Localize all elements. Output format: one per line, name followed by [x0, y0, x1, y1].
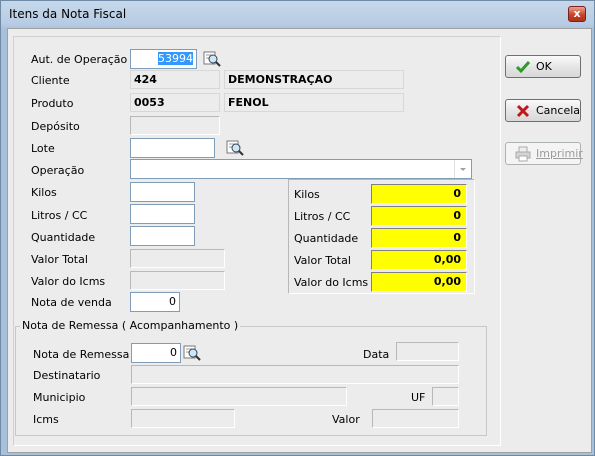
- lote-label: Lote: [31, 142, 55, 155]
- valor-label: Valor: [332, 413, 360, 426]
- remessa-search-icon[interactable]: [183, 344, 201, 362]
- check-icon: [515, 61, 531, 74]
- icms-field: [131, 409, 235, 428]
- kilos-input[interactable]: [130, 182, 195, 202]
- total-quantidade-value: 0: [371, 228, 467, 248]
- title-bar[interactable]: Itens da Nota Fiscal x: [1, 1, 594, 27]
- total-valor-label: Valor Total: [294, 254, 351, 267]
- operacao-select[interactable]: [130, 159, 472, 179]
- produto-name: FENOL: [224, 93, 404, 112]
- total-quantidade-label: Quantidade: [294, 232, 359, 245]
- nota-venda-label: Nota de venda: [31, 296, 112, 309]
- municipio-label: Municipio: [33, 391, 86, 404]
- produto-label: Produto: [31, 97, 74, 110]
- imprimir-button-label: Imprimir: [536, 147, 583, 160]
- cliente-label: Cliente: [31, 74, 70, 87]
- cliente-name: DEMONSTRAÇAO: [224, 70, 404, 89]
- ok-button[interactable]: OK: [505, 55, 581, 78]
- total-valor-value: 0,00: [371, 250, 467, 270]
- close-x-icon: [516, 104, 530, 118]
- data-label: Data: [363, 348, 390, 361]
- deposito-label: Depósito: [31, 120, 80, 133]
- dialog-window: Itens da Nota Fiscal x Aut. de Operação …: [0, 0, 595, 456]
- uf-label: UF: [411, 391, 426, 404]
- icms-label: Icms: [33, 413, 59, 426]
- total-litros-label: Litros / CC: [294, 210, 351, 223]
- nota-remessa-label: Nota de Remessa: [33, 348, 130, 361]
- valor-total-label: Valor Total: [31, 253, 88, 266]
- lote-input[interactable]: [130, 138, 215, 158]
- close-button[interactable]: x: [568, 6, 586, 22]
- remessa-group-title: Nota de Remessa ( Acompanhamento ): [20, 319, 241, 332]
- aut-operacao-label: Aut. de Operação: [31, 53, 128, 66]
- quantidade-label: Quantidade: [31, 231, 96, 244]
- valor-field: [372, 409, 459, 428]
- window-title: Itens da Nota Fiscal: [9, 7, 127, 21]
- aut-operacao-value: 53994: [158, 52, 193, 65]
- quantidade-input[interactable]: [130, 226, 195, 246]
- ok-button-label: OK: [536, 60, 552, 73]
- operacao-label: Operação: [31, 164, 85, 177]
- valor-total-field: [130, 249, 225, 268]
- destinatario-field: [131, 365, 459, 384]
- deposito-field: [130, 116, 220, 135]
- nota-venda-input[interactable]: 0: [130, 292, 180, 312]
- dialog-client-area: Aut. de Operação 53994 Cliente 424 DEMON…: [7, 28, 592, 453]
- total-icms-value: 0,00: [371, 272, 467, 292]
- total-kilos-value: 0: [371, 184, 467, 204]
- kilos-label: Kilos: [31, 186, 57, 199]
- chevron-down-icon[interactable]: [454, 160, 471, 178]
- printer-icon: [515, 146, 531, 162]
- data-field: [396, 342, 459, 361]
- valor-icms-label: Valor do Icms: [31, 275, 106, 288]
- destinatario-label: Destinatario: [33, 369, 101, 382]
- municipio-field: [131, 387, 347, 406]
- cliente-code: 424: [130, 70, 220, 89]
- cancela-button[interactable]: Cancela: [505, 99, 581, 122]
- lote-search-icon[interactable]: [226, 139, 244, 157]
- aut-operacao-input[interactable]: 53994: [130, 49, 197, 69]
- produto-code: 0053: [130, 93, 220, 112]
- valor-icms-field: [130, 271, 225, 290]
- uf-field: [432, 387, 459, 406]
- cancela-button-label: Cancela: [536, 104, 581, 117]
- total-litros-value: 0: [371, 206, 467, 226]
- total-kilos-label: Kilos: [294, 188, 320, 201]
- litros-input[interactable]: [130, 204, 195, 224]
- imprimir-button[interactable]: Imprimir: [505, 142, 583, 165]
- nota-remessa-input[interactable]: 0: [131, 343, 181, 363]
- total-icms-label: Valor do Icms: [294, 276, 369, 289]
- aut-operacao-search-icon[interactable]: [203, 50, 221, 68]
- litros-label: Litros / CC: [31, 209, 88, 222]
